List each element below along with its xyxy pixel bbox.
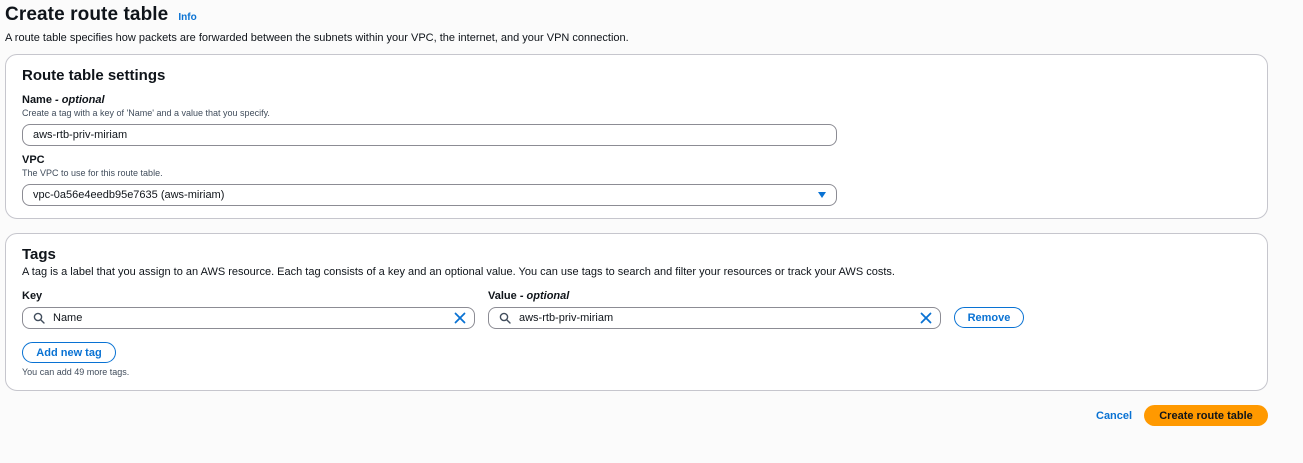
tag-value-input[interactable]: aws-rtb-priv-miriam (488, 307, 941, 329)
name-input[interactable]: aws-rtb-priv-miriam (22, 124, 837, 146)
name-input-value: aws-rtb-priv-miriam (33, 129, 128, 141)
caret-down-icon (818, 192, 826, 198)
tag-value-value: aws-rtb-priv-miriam (519, 312, 614, 324)
vpc-hint: The VPC to use for this route table. (22, 168, 163, 178)
vpc-label: VPC (22, 154, 45, 166)
settings-title: Route table settings (22, 67, 166, 84)
value-label-text: Value (488, 290, 517, 302)
name-label-text: Name (22, 94, 52, 106)
name-hint: Create a tag with a key of 'Name' and a … (22, 108, 270, 118)
search-icon (33, 312, 45, 324)
tags-title: Tags (22, 246, 56, 263)
vpc-select-value: vpc-0a56e4eedb95e7635 (aws-miriam) (33, 189, 225, 201)
tag-key-input[interactable]: Name (22, 307, 475, 329)
close-icon[interactable] (454, 312, 466, 324)
cancel-button[interactable]: Cancel (1096, 410, 1132, 422)
close-icon[interactable] (920, 312, 932, 324)
name-optional-text: - optional (55, 94, 105, 106)
page-description: A route table specifies how packets are … (5, 32, 629, 44)
name-label: Name - optional (22, 94, 105, 106)
create-route-table-button[interactable]: Create route table (1144, 405, 1268, 426)
value-optional-text: - optional (519, 290, 570, 302)
tags-description: A tag is a label that you assign to an A… (22, 266, 895, 278)
tags-remaining-hint: You can add 49 more tags. (22, 367, 130, 377)
key-label: Key (22, 290, 43, 302)
search-icon (499, 312, 511, 324)
vpc-select[interactable]: vpc-0a56e4eedb95e7635 (aws-miriam) (22, 184, 837, 206)
page-header: Create route table Info A route table sp… (5, 4, 629, 44)
info-link[interactable]: Info (178, 12, 196, 23)
tags-panel: Tags A tag is a label that you assign to… (5, 233, 1268, 391)
add-new-tag-button[interactable]: Add new tag (22, 342, 116, 363)
route-table-settings-panel: Route table settings Name - optional Cre… (5, 54, 1268, 219)
remove-tag-button[interactable]: Remove (954, 307, 1024, 328)
tag-key-value: Name (53, 312, 83, 324)
page-title: Create route table (5, 4, 169, 25)
value-label: Value - optional (488, 290, 569, 302)
